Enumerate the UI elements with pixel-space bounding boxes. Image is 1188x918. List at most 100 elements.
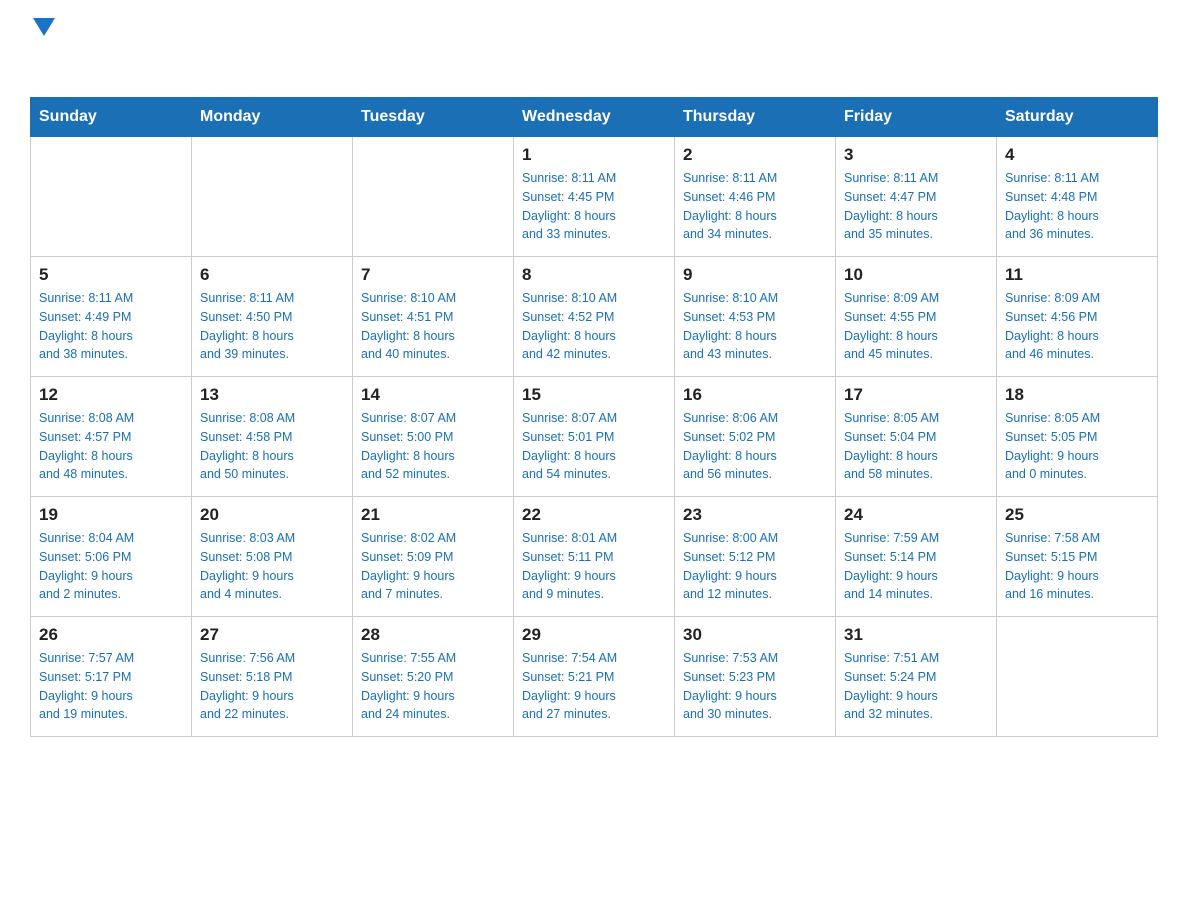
days-of-week-row: SundayMondayTuesdayWednesdayThursdayFrid…	[31, 98, 1158, 137]
calendar-cell: 20 Sunrise: 8:03 AMSunset: 5:08 PMDayligh…	[192, 497, 353, 617]
day-number: 25	[1005, 505, 1149, 525]
day-info: Sunrise: 8:11 AMSunset: 4:50 PMDaylight:…	[200, 289, 344, 364]
day-number: 11	[1005, 265, 1149, 285]
calendar-cell: 8 Sunrise: 8:10 AMSunset: 4:52 PMDaylight…	[514, 257, 675, 377]
day-header-tuesday: Tuesday	[353, 98, 514, 137]
day-info: Sunrise: 8:02 AMSunset: 5:09 PMDaylight:…	[361, 529, 505, 604]
day-number: 6	[200, 265, 344, 285]
calendar-header: SundayMondayTuesdayWednesdayThursdayFrid…	[31, 98, 1158, 137]
day-number: 12	[39, 385, 183, 405]
page-header	[30, 20, 1158, 77]
calendar-body: 1 Sunrise: 8:11 AMSunset: 4:45 PMDaylight…	[31, 137, 1158, 737]
day-info: Sunrise: 7:57 AMSunset: 5:17 PMDaylight:…	[39, 649, 183, 724]
day-info: Sunrise: 8:08 AMSunset: 4:58 PMDaylight:…	[200, 409, 344, 484]
day-number: 28	[361, 625, 505, 645]
calendar-cell: 1 Sunrise: 8:11 AMSunset: 4:45 PMDaylight…	[514, 137, 675, 257]
day-number: 10	[844, 265, 988, 285]
day-number: 3	[844, 145, 988, 165]
day-info: Sunrise: 8:09 AMSunset: 4:55 PMDaylight:…	[844, 289, 988, 364]
day-header-monday: Monday	[192, 98, 353, 137]
logo-arrow-icon	[33, 18, 55, 41]
day-number: 8	[522, 265, 666, 285]
day-number: 20	[200, 505, 344, 525]
day-number: 27	[200, 625, 344, 645]
calendar-cell: 30Sunrise: 7:53 AMSunset: 5:23 PMDayligh…	[675, 617, 836, 737]
calendar-cell: 18Sunrise: 8:05 AMSunset: 5:05 PMDayligh…	[997, 377, 1158, 497]
day-number: 17	[844, 385, 988, 405]
day-info: Sunrise: 8:10 AMSunset: 4:52 PMDaylight:…	[522, 289, 666, 364]
day-number: 29	[522, 625, 666, 645]
day-number: 14	[361, 385, 505, 405]
day-info: Sunrise: 8:11 AMSunset: 4:48 PMDaylight:…	[1005, 169, 1149, 244]
calendar-cell: 22 Sunrise: 8:01 AMSunset: 5:11 PMDayligh…	[514, 497, 675, 617]
day-info: Sunrise: 8:08 AMSunset: 4:57 PMDaylight:…	[39, 409, 183, 484]
calendar-cell: 13 Sunrise: 8:08 AMSunset: 4:58 PMDayligh…	[192, 377, 353, 497]
calendar-cell: 27 Sunrise: 7:56 AMSunset: 5:18 PMDayligh…	[192, 617, 353, 737]
calendar-cell: 6 Sunrise: 8:11 AMSunset: 4:50 PMDaylight…	[192, 257, 353, 377]
calendar-cell: 3 Sunrise: 8:11 AMSunset: 4:47 PMDaylight…	[836, 137, 997, 257]
day-info: Sunrise: 8:11 AMSunset: 4:46 PMDaylight:…	[683, 169, 827, 244]
day-header-sunday: Sunday	[31, 98, 192, 137]
day-number: 18	[1005, 385, 1149, 405]
calendar-cell: 9 Sunrise: 8:10 AMSunset: 4:53 PMDaylight…	[675, 257, 836, 377]
day-info: Sunrise: 7:59 AMSunset: 5:14 PMDaylight:…	[844, 529, 988, 604]
day-number: 21	[361, 505, 505, 525]
calendar-cell: 17Sunrise: 8:05 AMSunset: 5:04 PMDayligh…	[836, 377, 997, 497]
day-header-thursday: Thursday	[675, 98, 836, 137]
day-number: 2	[683, 145, 827, 165]
day-info: Sunrise: 8:01 AMSunset: 5:11 PMDaylight:…	[522, 529, 666, 604]
calendar-cell: 12 Sunrise: 8:08 AMSunset: 4:57 PMDayligh…	[31, 377, 192, 497]
day-number: 7	[361, 265, 505, 285]
day-info: Sunrise: 8:07 AMSunset: 5:00 PMDaylight:…	[361, 409, 505, 484]
calendar-week-2: 5 Sunrise: 8:11 AMSunset: 4:49 PMDaylight…	[31, 257, 1158, 377]
day-header-wednesday: Wednesday	[514, 98, 675, 137]
day-number: 24	[844, 505, 988, 525]
day-info: Sunrise: 8:09 AMSunset: 4:56 PMDaylight:…	[1005, 289, 1149, 364]
day-info: Sunrise: 7:56 AMSunset: 5:18 PMDaylight:…	[200, 649, 344, 724]
calendar-week-4: 19 Sunrise: 8:04 AMSunset: 5:06 PMDayligh…	[31, 497, 1158, 617]
day-number: 26	[39, 625, 183, 645]
day-info: Sunrise: 7:54 AMSunset: 5:21 PMDaylight:…	[522, 649, 666, 724]
day-number: 23	[683, 505, 827, 525]
calendar-cell: 25Sunrise: 7:58 AMSunset: 5:15 PMDayligh…	[997, 497, 1158, 617]
day-header-saturday: Saturday	[997, 98, 1158, 137]
day-number: 9	[683, 265, 827, 285]
day-number: 30	[683, 625, 827, 645]
day-number: 13	[200, 385, 344, 405]
day-info: Sunrise: 8:10 AMSunset: 4:51 PMDaylight:…	[361, 289, 505, 364]
day-number: 31	[844, 625, 988, 645]
day-number: 4	[1005, 145, 1149, 165]
calendar-cell: 23Sunrise: 8:00 AMSunset: 5:12 PMDayligh…	[675, 497, 836, 617]
calendar-cell	[353, 137, 514, 257]
calendar-cell: 29 Sunrise: 7:54 AMSunset: 5:21 PMDayligh…	[514, 617, 675, 737]
day-info: Sunrise: 8:06 AMSunset: 5:02 PMDaylight:…	[683, 409, 827, 484]
day-number: 15	[522, 385, 666, 405]
day-info: Sunrise: 8:11 AMSunset: 4:47 PMDaylight:…	[844, 169, 988, 244]
day-info: Sunrise: 7:51 AMSunset: 5:24 PMDaylight:…	[844, 649, 988, 724]
day-number: 5	[39, 265, 183, 285]
calendar-cell: 15Sunrise: 8:07 AMSunset: 5:01 PMDayligh…	[514, 377, 675, 497]
day-number: 22	[522, 505, 666, 525]
logo	[30, 20, 66, 77]
calendar-cell: 31 Sunrise: 7:51 AMSunset: 5:24 PMDayligh…	[836, 617, 997, 737]
calendar-cell	[31, 137, 192, 257]
calendar-cell: 2 Sunrise: 8:11 AMSunset: 4:46 PMDaylight…	[675, 137, 836, 257]
day-number: 19	[39, 505, 183, 525]
day-info: Sunrise: 8:03 AMSunset: 5:08 PMDaylight:…	[200, 529, 344, 604]
calendar-cell: 16Sunrise: 8:06 AMSunset: 5:02 PMDayligh…	[675, 377, 836, 497]
calendar-cell	[192, 137, 353, 257]
calendar-cell: 7 Sunrise: 8:10 AMSunset: 4:51 PMDaylight…	[353, 257, 514, 377]
calendar-cell: 11 Sunrise: 8:09 AMSunset: 4:56 PMDayligh…	[997, 257, 1158, 377]
calendar-cell: 14 Sunrise: 8:07 AMSunset: 5:00 PMDayligh…	[353, 377, 514, 497]
calendar-cell: 5 Sunrise: 8:11 AMSunset: 4:49 PMDaylight…	[31, 257, 192, 377]
day-info: Sunrise: 8:10 AMSunset: 4:53 PMDaylight:…	[683, 289, 827, 364]
calendar-cell: 26 Sunrise: 7:57 AMSunset: 5:17 PMDayligh…	[31, 617, 192, 737]
calendar-week-3: 12 Sunrise: 8:08 AMSunset: 4:57 PMDayligh…	[31, 377, 1158, 497]
day-number: 1	[522, 145, 666, 165]
calendar-cell: 21 Sunrise: 8:02 AMSunset: 5:09 PMDayligh…	[353, 497, 514, 617]
day-info: Sunrise: 8:04 AMSunset: 5:06 PMDaylight:…	[39, 529, 183, 604]
calendar-cell: 4 Sunrise: 8:11 AMSunset: 4:48 PMDaylight…	[997, 137, 1158, 257]
calendar-week-5: 26 Sunrise: 7:57 AMSunset: 5:17 PMDayligh…	[31, 617, 1158, 737]
day-info: Sunrise: 8:11 AMSunset: 4:45 PMDaylight:…	[522, 169, 666, 244]
day-info: Sunrise: 8:11 AMSunset: 4:49 PMDaylight:…	[39, 289, 183, 364]
